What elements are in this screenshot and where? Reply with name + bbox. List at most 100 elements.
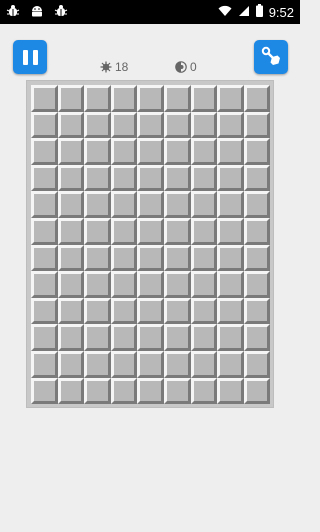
minefield-cell[interactable]: [110, 271, 138, 298]
minefield-cell[interactable]: [57, 85, 85, 112]
minefield-cell[interactable]: [163, 324, 191, 351]
minefield-cell[interactable]: [243, 377, 271, 405]
minefield-cell[interactable]: [137, 350, 164, 378]
minefield-cell[interactable]: [243, 164, 271, 192]
minefield-cell[interactable]: [31, 271, 58, 298]
minefield-cell[interactable]: [217, 297, 244, 325]
minefield-cell[interactable]: [110, 164, 138, 192]
minefield-cell[interactable]: [190, 377, 218, 405]
minefield-cell[interactable]: [110, 377, 138, 405]
minefield-cell[interactable]: [110, 217, 138, 245]
minefield-cell[interactable]: [57, 164, 85, 192]
minefield-cell[interactable]: [31, 324, 58, 351]
minefield-cell[interactable]: [190, 350, 218, 378]
minefield-cell[interactable]: [84, 111, 111, 139]
minefield-cell[interactable]: [84, 244, 111, 272]
minefield-cell[interactable]: [84, 324, 111, 351]
minefield-cell[interactable]: [31, 164, 58, 192]
minefield-cell[interactable]: [57, 377, 85, 405]
minefield-cell[interactable]: [31, 138, 58, 165]
minefield-cell[interactable]: [217, 271, 244, 298]
minefield-cell[interactable]: [84, 297, 111, 325]
minefield-cell[interactable]: [137, 271, 164, 298]
minefield-cell[interactable]: [190, 191, 218, 218]
minefield-cell[interactable]: [163, 164, 191, 192]
minefield-cell[interactable]: [84, 164, 111, 192]
minefield-cell[interactable]: [84, 350, 111, 378]
minefield-cell[interactable]: [31, 297, 58, 325]
minefield-cell[interactable]: [57, 191, 85, 218]
minefield-cell[interactable]: [57, 271, 85, 298]
minefield-cell[interactable]: [163, 350, 191, 378]
minefield-cell[interactable]: [110, 324, 138, 351]
minefield-cell[interactable]: [243, 350, 271, 378]
minefield-cell[interactable]: [110, 191, 138, 218]
minefield-cell[interactable]: [137, 164, 164, 192]
minefield-cell[interactable]: [137, 111, 164, 139]
minefield-cell[interactable]: [137, 377, 164, 405]
minefield-cell[interactable]: [57, 138, 85, 165]
minefield-cell[interactable]: [243, 85, 271, 112]
minefield-cell[interactable]: [137, 138, 164, 165]
minefield-cell[interactable]: [190, 164, 218, 192]
minefield-cell[interactable]: [163, 85, 191, 112]
minefield-cell[interactable]: [137, 324, 164, 351]
minefield-cell[interactable]: [190, 111, 218, 139]
minefield-cell[interactable]: [137, 244, 164, 272]
minefield-cell[interactable]: [243, 244, 271, 272]
minefield-cell[interactable]: [243, 271, 271, 298]
minefield-cell[interactable]: [57, 111, 85, 139]
minefield-cell[interactable]: [31, 217, 58, 245]
minefield-cell[interactable]: [110, 85, 138, 112]
minefield-cell[interactable]: [31, 191, 58, 218]
minefield-cell[interactable]: [84, 191, 111, 218]
minefield-cell[interactable]: [190, 297, 218, 325]
minefield-cell[interactable]: [110, 244, 138, 272]
minefield-cell[interactable]: [110, 111, 138, 139]
minefield-cell[interactable]: [217, 377, 244, 405]
minefield-cell[interactable]: [190, 138, 218, 165]
minefield-cell[interactable]: [190, 324, 218, 351]
minefield-cell[interactable]: [163, 191, 191, 218]
minefield-cell[interactable]: [163, 377, 191, 405]
minefield-cell[interactable]: [217, 111, 244, 139]
minefield-cell[interactable]: [217, 350, 244, 378]
minefield-cell[interactable]: [31, 350, 58, 378]
minefield-cell[interactable]: [163, 271, 191, 298]
minefield-cell[interactable]: [84, 138, 111, 165]
minefield-cell[interactable]: [110, 138, 138, 165]
minefield-cell[interactable]: [243, 138, 271, 165]
minefield-cell[interactable]: [31, 377, 58, 405]
minefield-cell[interactable]: [243, 111, 271, 139]
minefield-cell[interactable]: [217, 164, 244, 192]
minefield-cell[interactable]: [110, 350, 138, 378]
minefield-cell[interactable]: [243, 297, 271, 325]
minefield-cell[interactable]: [217, 324, 244, 351]
minefield-cell[interactable]: [190, 271, 218, 298]
minefield-cell[interactable]: [84, 85, 111, 112]
minefield-cell[interactable]: [217, 244, 244, 272]
minefield-cell[interactable]: [84, 377, 111, 405]
minefield-cell[interactable]: [163, 111, 191, 139]
minefield-cell[interactable]: [163, 217, 191, 245]
minefield-cell[interactable]: [31, 244, 58, 272]
minefield-cell[interactable]: [84, 217, 111, 245]
minefield-cell[interactable]: [84, 271, 111, 298]
minefield-cell[interactable]: [243, 191, 271, 218]
minefield-cell[interactable]: [31, 111, 58, 139]
minefield-cell[interactable]: [137, 297, 164, 325]
minefield-cell[interactable]: [57, 324, 85, 351]
minefield-cell[interactable]: [190, 85, 218, 112]
minefield-cell[interactable]: [137, 85, 164, 112]
minefield-cell[interactable]: [217, 191, 244, 218]
minefield-cell[interactable]: [163, 244, 191, 272]
minefield-cell[interactable]: [243, 324, 271, 351]
minefield-cell[interactable]: [243, 217, 271, 245]
minefield-cell[interactable]: [190, 217, 218, 245]
minefield-cell[interactable]: [190, 244, 218, 272]
minefield-cell[interactable]: [57, 350, 85, 378]
minefield-cell[interactable]: [137, 191, 164, 218]
minefield-cell[interactable]: [31, 85, 58, 112]
minefield-cell[interactable]: [217, 85, 244, 112]
minefield-cell[interactable]: [57, 297, 85, 325]
